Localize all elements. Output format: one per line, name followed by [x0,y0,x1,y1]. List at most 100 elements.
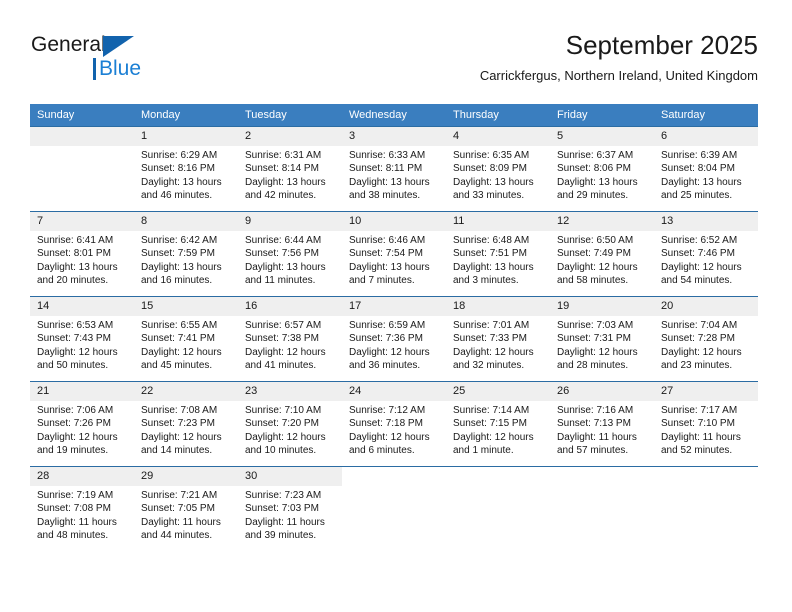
calendar-cell-day[interactable]: 10 Sunrise: 6:46 AM Sunset: 7:54 PM Dayligh… [342,211,446,297]
calendar-cell-day[interactable]: 5 Sunrise: 6:37 AM Sunset: 8:06 PM Daylight… [550,126,654,212]
calendar-cell-day[interactable]: 27 Sunrise: 7:17 AM Sunset: 7:10 PM Dayligh… [654,381,758,467]
daylight-text-line1: Daylight: 12 hours [557,346,638,358]
day-number: 9 [238,212,342,231]
calendar-cell-day[interactable]: 3 Sunrise: 6:33 AM Sunset: 8:11 PM Daylight… [342,126,446,212]
day-number: 16 [238,297,342,316]
day-number: 24 [342,382,446,401]
calendar-cell-day[interactable]: 24 Sunrise: 7:12 AM Sunset: 7:18 PM Dayligh… [342,381,446,467]
daylight-text-line1: Daylight: 13 hours [453,176,534,188]
calendar-cell-day[interactable]: 2 Sunrise: 6:31 AM Sunset: 8:14 PM Daylight… [238,126,342,212]
calendar-cell-day[interactable]: 7 Sunrise: 6:41 AM Sunset: 8:01 PM Daylight… [30,211,134,297]
sunset-text: Sunset: 8:01 PM [37,248,111,260]
day-number: 13 [654,212,758,231]
sunset-text: Sunset: 7:38 PM [245,333,319,345]
calendar-week-row: 21 Sunrise: 7:06 AM Sunset: 7:26 PM Dayligh… [30,381,758,467]
calendar-cell-day[interactable]: 6 Sunrise: 6:39 AM Sunset: 8:04 PM Daylight… [654,126,758,212]
calendar-cell-day[interactable]: 16 Sunrise: 6:57 AM Sunset: 7:38 PM Dayligh… [238,296,342,382]
daylight-text-line2: and 42 minutes. [245,190,317,202]
calendar-cell-day[interactable]: 1 Sunrise: 6:29 AM Sunset: 8:16 PM Daylight… [134,126,238,212]
sunset-text: Sunset: 7:26 PM [37,418,111,430]
daylight-text-line1: Daylight: 12 hours [245,431,326,443]
daylight-text-line2: and 20 minutes. [37,275,109,287]
daylight-text-line1: Daylight: 13 hours [245,261,326,273]
daylight-text-line1: Daylight: 12 hours [141,346,222,358]
sunset-text: Sunset: 8:16 PM [141,163,215,175]
daylight-text-line1: Daylight: 12 hours [453,346,534,358]
calendar-week-row: 28 Sunrise: 7:19 AM Sunset: 7:08 PM Dayligh… [30,466,758,551]
sunrise-text: Sunrise: 6:37 AM [557,150,634,161]
day-number: 15 [134,297,238,316]
sunrise-text: Sunrise: 7:10 AM [245,405,322,416]
sunset-text: Sunset: 7:15 PM [453,418,527,430]
daylight-text-line2: and 10 minutes. [245,445,317,457]
sunset-text: Sunset: 7:13 PM [557,418,631,430]
calendar-cell-day[interactable]: 9 Sunrise: 6:44 AM Sunset: 7:56 PM Daylight… [238,211,342,297]
calendar-cell-day[interactable]: 8 Sunrise: 6:42 AM Sunset: 7:59 PM Daylight… [134,211,238,297]
sunrise-text: Sunrise: 6:55 AM [141,320,218,331]
calendar-cell-day[interactable]: 20 Sunrise: 7:04 AM Sunset: 7:28 PM Dayligh… [654,296,758,382]
logo-text-blue: Blue [99,57,142,80]
day-number: 19 [550,297,654,316]
sunset-text: Sunset: 7:03 PM [245,503,319,515]
calendar-cell-empty [550,466,654,551]
general-blue-logo[interactable]: General Blue [31,33,231,83]
day-number: 28 [30,467,134,486]
calendar-cell-empty [446,466,550,551]
day-details: Sunrise: 6:46 AM Sunset: 7:54 PM Daylight:… [342,231,446,288]
calendar-cell-day[interactable]: 21 Sunrise: 7:06 AM Sunset: 7:26 PM Dayligh… [30,381,134,467]
sunset-text: Sunset: 7:31 PM [557,333,631,345]
page-title: September 2025 [565,30,758,60]
day-number [342,467,446,486]
day-number: 11 [446,212,550,231]
daylight-text-line2: and 23 minutes. [661,360,733,372]
sunset-text: Sunset: 7:49 PM [557,248,631,260]
calendar-cell-day[interactable]: 15 Sunrise: 6:55 AM Sunset: 7:41 PM Dayligh… [134,296,238,382]
day-details: Sunrise: 7:01 AM Sunset: 7:33 PM Daylight:… [446,316,550,373]
sunset-text: Sunset: 7:41 PM [141,333,215,345]
daylight-text-line2: and 19 minutes. [37,445,109,457]
sunset-text: Sunset: 7:46 PM [661,248,735,260]
daylight-text-line1: Daylight: 13 hours [349,261,430,273]
day-details: Sunrise: 7:14 AM Sunset: 7:15 PM Daylight:… [446,401,550,458]
calendar-cell-day[interactable]: 12 Sunrise: 6:50 AM Sunset: 7:49 PM Dayligh… [550,211,654,297]
calendar-cell-day[interactable]: 30 Sunrise: 7:23 AM Sunset: 7:03 PM Dayligh… [238,466,342,551]
sunrise-text: Sunrise: 7:14 AM [453,405,530,416]
daylight-text-line1: Daylight: 12 hours [557,261,638,273]
calendar-cell-day[interactable]: 11 Sunrise: 6:48 AM Sunset: 7:51 PM Dayligh… [446,211,550,297]
calendar-cell-day[interactable]: 23 Sunrise: 7:10 AM Sunset: 7:20 PM Dayligh… [238,381,342,467]
day-details: Sunrise: 7:21 AM Sunset: 7:05 PM Daylight:… [134,486,238,543]
sunrise-text: Sunrise: 6:33 AM [349,150,426,161]
daylight-text-line1: Daylight: 11 hours [37,516,117,528]
sunset-text: Sunset: 7:59 PM [141,248,215,260]
day-number: 3 [342,127,446,146]
calendar-cell-day[interactable]: 17 Sunrise: 6:59 AM Sunset: 7:36 PM Dayligh… [342,296,446,382]
day-details: Sunrise: 7:04 AM Sunset: 7:28 PM Daylight:… [654,316,758,373]
calendar-cell-day[interactable]: 29 Sunrise: 7:21 AM Sunset: 7:05 PM Dayligh… [134,466,238,551]
day-number: 8 [134,212,238,231]
calendar-cell-day[interactable]: 14 Sunrise: 6:53 AM Sunset: 7:43 PM Dayligh… [30,296,134,382]
sunrise-text: Sunrise: 6:41 AM [37,235,114,246]
sunrise-text: Sunrise: 6:42 AM [141,235,218,246]
calendar-cell-day[interactable]: 25 Sunrise: 7:14 AM Sunset: 7:15 PM Dayligh… [446,381,550,467]
day-number: 5 [550,127,654,146]
calendar-table: Sunday Monday Tuesday Wednesday Thursday… [30,104,758,551]
day-details: Sunrise: 6:37 AM Sunset: 8:06 PM Daylight:… [550,146,654,203]
location-subtitle: Carrickfergus, Northern Ireland, United … [479,68,758,83]
weekday-header-friday: Friday [550,104,654,127]
sunrise-text: Sunrise: 7:12 AM [349,405,426,416]
sunset-text: Sunset: 7:56 PM [245,248,319,260]
calendar-cell-day[interactable]: 18 Sunrise: 7:01 AM Sunset: 7:33 PM Dayligh… [446,296,550,382]
calendar-cell-day[interactable]: 26 Sunrise: 7:16 AM Sunset: 7:13 PM Dayligh… [550,381,654,467]
logo-text-general: General [31,33,106,56]
calendar-cell-day[interactable]: 28 Sunrise: 7:19 AM Sunset: 7:08 PM Dayligh… [30,466,134,551]
calendar-week-row: 14 Sunrise: 6:53 AM Sunset: 7:43 PM Dayligh… [30,296,758,382]
sunrise-text: Sunrise: 6:31 AM [245,150,322,161]
calendar-cell-day[interactable]: 13 Sunrise: 6:52 AM Sunset: 7:46 PM Dayligh… [654,211,758,297]
calendar-cell-day[interactable]: 19 Sunrise: 7:03 AM Sunset: 7:31 PM Dayligh… [550,296,654,382]
daylight-text-line1: Daylight: 11 hours [557,431,637,443]
calendar-cell-day[interactable]: 4 Sunrise: 6:35 AM Sunset: 8:09 PM Daylight… [446,126,550,212]
daylight-text-line1: Daylight: 13 hours [245,176,326,188]
calendar-cell-day[interactable]: 22 Sunrise: 7:08 AM Sunset: 7:23 PM Dayligh… [134,381,238,467]
sunrise-text: Sunrise: 6:57 AM [245,320,322,331]
weekday-header-sunday: Sunday [30,104,134,127]
